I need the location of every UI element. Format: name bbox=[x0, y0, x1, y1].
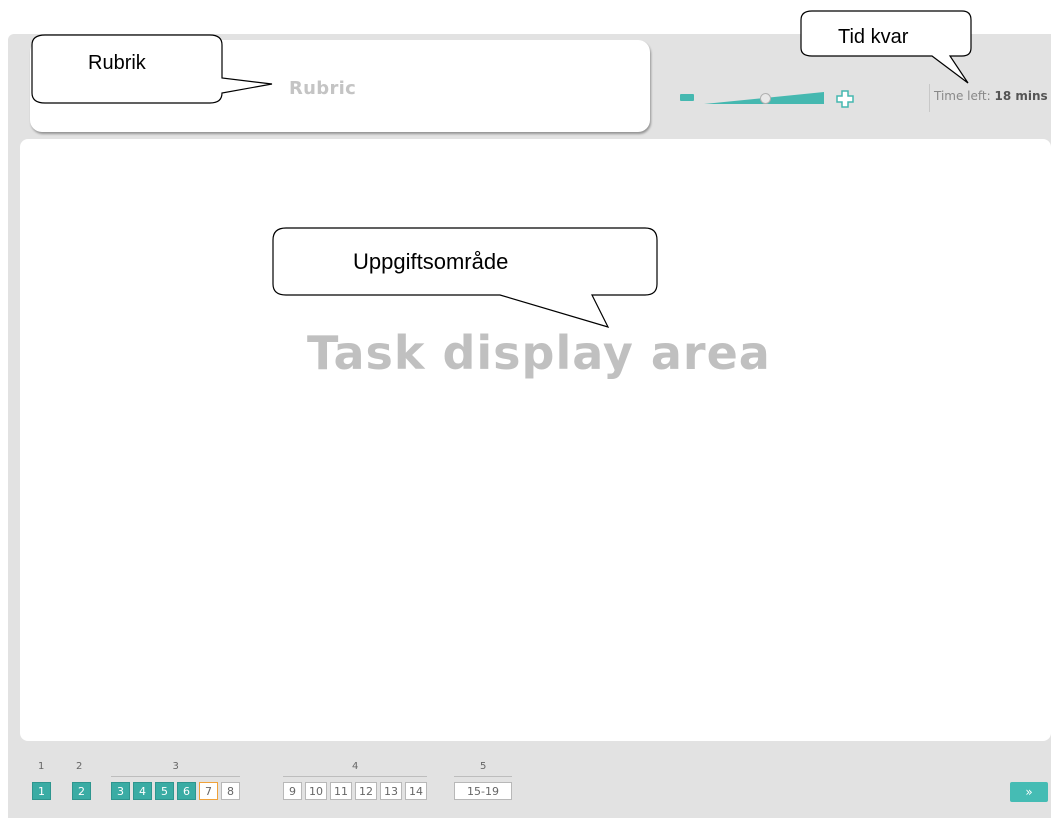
rubric-callout-label: Rubrik bbox=[88, 52, 146, 74]
question-button-10[interactable]: 10 bbox=[305, 782, 327, 800]
section-label-2: 2 bbox=[76, 761, 83, 772]
section-label-3: 3 bbox=[172, 761, 179, 772]
question-button-14[interactable]: 14 bbox=[405, 782, 427, 800]
section-label-4: 4 bbox=[352, 761, 359, 772]
task-display-placeholder: Task display area bbox=[307, 326, 771, 380]
time-left-value: 18 mins bbox=[994, 89, 1048, 103]
question-button-1[interactable]: 1 bbox=[32, 782, 51, 800]
zoom-out-icon[interactable] bbox=[680, 94, 694, 101]
section-label-5: 5 bbox=[480, 761, 487, 772]
timer-callout-label: Tid kvar bbox=[838, 26, 909, 48]
question-button-13[interactable]: 13 bbox=[380, 782, 402, 800]
section-label-1: 1 bbox=[38, 761, 45, 772]
section-divider-4 bbox=[283, 776, 427, 777]
question-button-11[interactable]: 11 bbox=[330, 782, 352, 800]
question-button-2[interactable]: 2 bbox=[72, 782, 91, 800]
section-divider-5 bbox=[454, 776, 512, 777]
question-button-8[interactable]: 8 bbox=[221, 782, 240, 800]
question-button-12[interactable]: 12 bbox=[355, 782, 377, 800]
section-divider-3 bbox=[111, 776, 240, 777]
time-left-label: Time left: bbox=[934, 89, 991, 103]
zoom-slider-handle[interactable] bbox=[760, 93, 771, 104]
question-button-6[interactable]: 6 bbox=[177, 782, 196, 800]
task-display-area bbox=[20, 139, 1051, 741]
question-button-5[interactable]: 5 bbox=[155, 782, 174, 800]
task-callout-label: Uppgiftsområde bbox=[353, 249, 509, 274]
question-button-3[interactable]: 3 bbox=[111, 782, 130, 800]
question-button-4[interactable]: 4 bbox=[133, 782, 152, 800]
question-button-7[interactable]: 7 bbox=[199, 782, 218, 800]
time-left: Time left: 18 mins bbox=[934, 89, 1048, 103]
question-button-9[interactable]: 9 bbox=[283, 782, 302, 800]
zoom-in-icon[interactable] bbox=[836, 90, 854, 108]
header-divider bbox=[929, 84, 930, 112]
next-button[interactable]: » bbox=[1010, 782, 1048, 802]
question-button-15-19[interactable]: 15-19 bbox=[454, 782, 512, 800]
rubric-text: Rubric bbox=[289, 78, 357, 99]
